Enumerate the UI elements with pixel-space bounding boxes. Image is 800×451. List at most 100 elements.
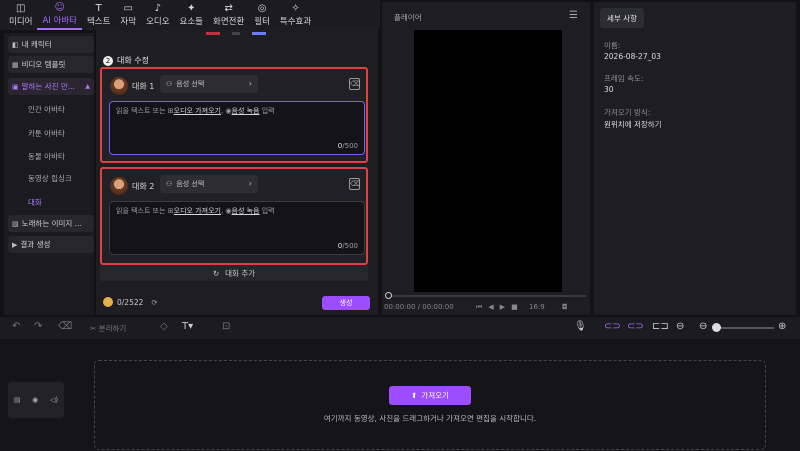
track-controls: ▤ ◉ ◁) xyxy=(8,382,64,418)
avatar[interactable] xyxy=(110,177,128,195)
tab-ai-avatar[interactable]: ☺ AI 아바타 xyxy=(37,0,82,30)
trash-icon[interactable]: ⌫ xyxy=(349,178,360,190)
tab-details[interactable]: 세부 사항 xyxy=(600,8,644,28)
drop-zone[interactable] xyxy=(94,360,766,450)
dialog-card-1: 대화 1 ⚇ 음성 선택 › ⌫ 읽을 텍스트 또는 ⊞오디오 가져오기, ◉음성 … xyxy=(100,67,368,163)
filter-icon: ◎ xyxy=(257,2,267,14)
subtitle-icon: ▭ xyxy=(123,2,133,14)
redo-icon[interactable]: ↷ xyxy=(34,321,42,332)
zoom-slider-handle[interactable] xyxy=(712,323,721,332)
zoom-slider[interactable] xyxy=(716,327,774,329)
track-icon[interactable]: ▤ xyxy=(14,396,21,404)
record-voice-link[interactable]: 음성 녹음 xyxy=(232,107,260,115)
coin-icon xyxy=(103,297,113,307)
eye-icon[interactable]: ◉ xyxy=(32,396,38,404)
import-icon: ⬆ xyxy=(411,391,418,400)
drop-hint: 여기까지 동영상, 사진을 드래그하거나 가져오면 편집을 시작합니다. xyxy=(323,414,537,423)
delete-icon[interactable]: ⌫ xyxy=(58,321,72,332)
dialog-text-input[interactable]: 읽을 텍스트 또는 ⊞오디오 가져오기, ◉음성 녹음 입력 0/500 xyxy=(109,201,365,255)
tab-transition[interactable]: ⇄ 화면전환 xyxy=(208,0,249,30)
snap-icon[interactable]: ⊏⊐ xyxy=(652,321,669,332)
menu-icon[interactable]: ☰ xyxy=(569,10,578,21)
record-voice-link[interactable]: 음성 녹음 xyxy=(232,207,260,215)
dialog-card-2: 대화 2 ⚇ 음성 선택 › ⌫ 읽을 텍스트 또는 ⊞오디오 가져오기, ◉음성 … xyxy=(100,167,368,265)
time-display: 00:00:00 / 00:00:00 xyxy=(384,303,454,311)
sidebar-sub-video-lipsync[interactable]: 동영상 립싱크 xyxy=(28,173,72,184)
mic-icon[interactable]: 🎙 xyxy=(574,321,587,332)
add-dialog-icon: ↻ xyxy=(212,268,220,278)
add-dialog-button[interactable]: ↻ 대화 추가 xyxy=(100,265,368,281)
credits: 0/2522 ⟳ xyxy=(103,297,158,307)
link-icon[interactable]: ⊂⊃ xyxy=(604,321,621,332)
aspect-ratio[interactable]: 16:9 xyxy=(529,303,545,311)
section-title: 2 대화 수정 xyxy=(103,55,149,66)
import-audio-link[interactable]: 오디오 가져오기 xyxy=(174,107,221,115)
tab-media[interactable]: ◫ 미디어 xyxy=(4,0,37,30)
elements-icon: ✦ xyxy=(187,2,196,14)
audio-icon: ♪ xyxy=(154,2,161,14)
sidebar-item-singing-image[interactable]: ▧ 노래하는 이미지 ... xyxy=(8,215,94,232)
voice-icon: ⚇ xyxy=(166,80,173,88)
sidebar: ◧ 내 캐릭터 ▦ 비디오 템플릿 ▣ 말하는 사진 만... ▲ 인간 아바타 카툰 … xyxy=(4,33,94,315)
music-image-icon: ▧ xyxy=(12,219,19,228)
generate-button[interactable]: 생성 xyxy=(322,296,370,310)
photo-icon: ▣ xyxy=(12,82,19,91)
template-icon: ▦ xyxy=(12,60,19,69)
voice-select-button[interactable]: ⚇ 음성 선택 › xyxy=(160,175,258,193)
magnet-icon[interactable]: ⊂⊃ xyxy=(627,321,644,332)
import-audio-link[interactable]: 오디오 가져오기 xyxy=(174,207,221,215)
media-icon: ◫ xyxy=(16,2,26,14)
dialog-text-input[interactable]: 읽을 텍스트 또는 ⊞오디오 가져오기, ◉음성 녹음 입력 0/500 xyxy=(109,101,365,155)
import-method: 원위치에 저장하기 xyxy=(604,120,662,129)
video-canvas[interactable] xyxy=(414,30,562,292)
player-panel: 플레이어 ☰ 00:00:00 / 00:00:00 ⏮◀▶■ 16:9 ◘ xyxy=(382,2,590,315)
seek-bar[interactable] xyxy=(386,295,586,297)
shield-icon[interactable]: ◇ xyxy=(160,321,168,332)
undo-icon[interactable]: ↶ xyxy=(12,321,20,332)
timeline-toolbar: ↶ ↷ ⌫ ✂ 분리하기 ◇ T▾ ⊡ 🎙 ⊂⊃ ⊂⊃ ⊏⊐ ⊖ ⊖ ⊕ xyxy=(0,317,800,339)
snapshot-icon[interactable]: ◘ xyxy=(562,303,568,311)
sidebar-sub-cartoon-avatar[interactable]: 카툰 아바타 xyxy=(28,128,65,139)
char-count: 0/500 xyxy=(337,242,358,250)
tab-audio[interactable]: ♪ 오디오 xyxy=(141,0,174,30)
step-badge: 2 xyxy=(103,55,113,66)
text-tool-icon[interactable]: T▾ xyxy=(182,321,193,332)
trash-icon[interactable]: ⌫ xyxy=(349,78,360,90)
details-panel: 세부 사항 이름: 2026-08-27_03 프레임 속도: 30 가져오기 … xyxy=(594,2,796,315)
sidebar-item-talking-photo[interactable]: ▣ 말하는 사진 만... ▲ xyxy=(8,78,94,95)
sidebar-sub-animal-avatar[interactable]: 동물 아바타 xyxy=(28,151,65,162)
tab-filter[interactable]: ◎ 필터 xyxy=(249,0,275,30)
chevron-right-icon: › xyxy=(248,79,252,88)
sidebar-item-result[interactable]: ▶ 결과 생성 xyxy=(8,236,94,253)
avatar[interactable] xyxy=(110,77,128,95)
crop-icon[interactable]: ⊡ xyxy=(222,321,230,332)
transition-icon: ⇄ xyxy=(224,2,233,14)
effects-icon: ✧ xyxy=(291,2,300,14)
sidebar-item-video-template[interactable]: ▦ 비디오 템플릿 xyxy=(8,56,94,73)
ai-avatar-icon: ☺ xyxy=(54,1,65,13)
tab-subtitle[interactable]: ▭ 자막 xyxy=(115,0,141,30)
tab-effects[interactable]: ✧ 특수효과 xyxy=(275,0,316,30)
chevron-up-icon: ▲ xyxy=(85,83,90,90)
import-button[interactable]: ⬆ 가져오기 xyxy=(389,386,471,405)
char-count: 0/500 xyxy=(337,142,358,150)
speaker-icon[interactable]: ◁) xyxy=(50,396,58,404)
sidebar-sub-human-avatar[interactable]: 인간 아바타 xyxy=(28,104,65,115)
sidebar-item-my-character[interactable]: ◧ 내 캐릭터 xyxy=(8,36,94,53)
player-title: 플레이어 xyxy=(394,13,422,22)
sidebar-sub-dialog[interactable]: 대화 xyxy=(28,197,42,208)
refresh-icon[interactable]: ⟳ xyxy=(151,298,157,307)
zoom-in-icon[interactable]: ⊕ xyxy=(778,321,786,332)
fit-icon[interactable]: ⊖ xyxy=(676,321,684,332)
chevron-right-icon: › xyxy=(248,179,252,188)
zoom-out-icon[interactable]: ⊖ xyxy=(699,321,707,332)
text-icon: T xyxy=(95,2,102,14)
seek-handle[interactable] xyxy=(385,292,392,299)
voice-icon: ⚇ xyxy=(166,180,173,188)
playback-controls[interactable]: ⏮◀▶■ xyxy=(476,303,524,312)
preview-strip xyxy=(206,32,266,35)
tab-text[interactable]: T 텍스트 xyxy=(82,0,115,30)
tab-elements[interactable]: ✦ 요소들 xyxy=(175,0,208,30)
voice-select-button[interactable]: ⚇ 음성 선택 › xyxy=(160,75,258,93)
split-button[interactable]: ✂ 분리하기 xyxy=(90,323,126,334)
